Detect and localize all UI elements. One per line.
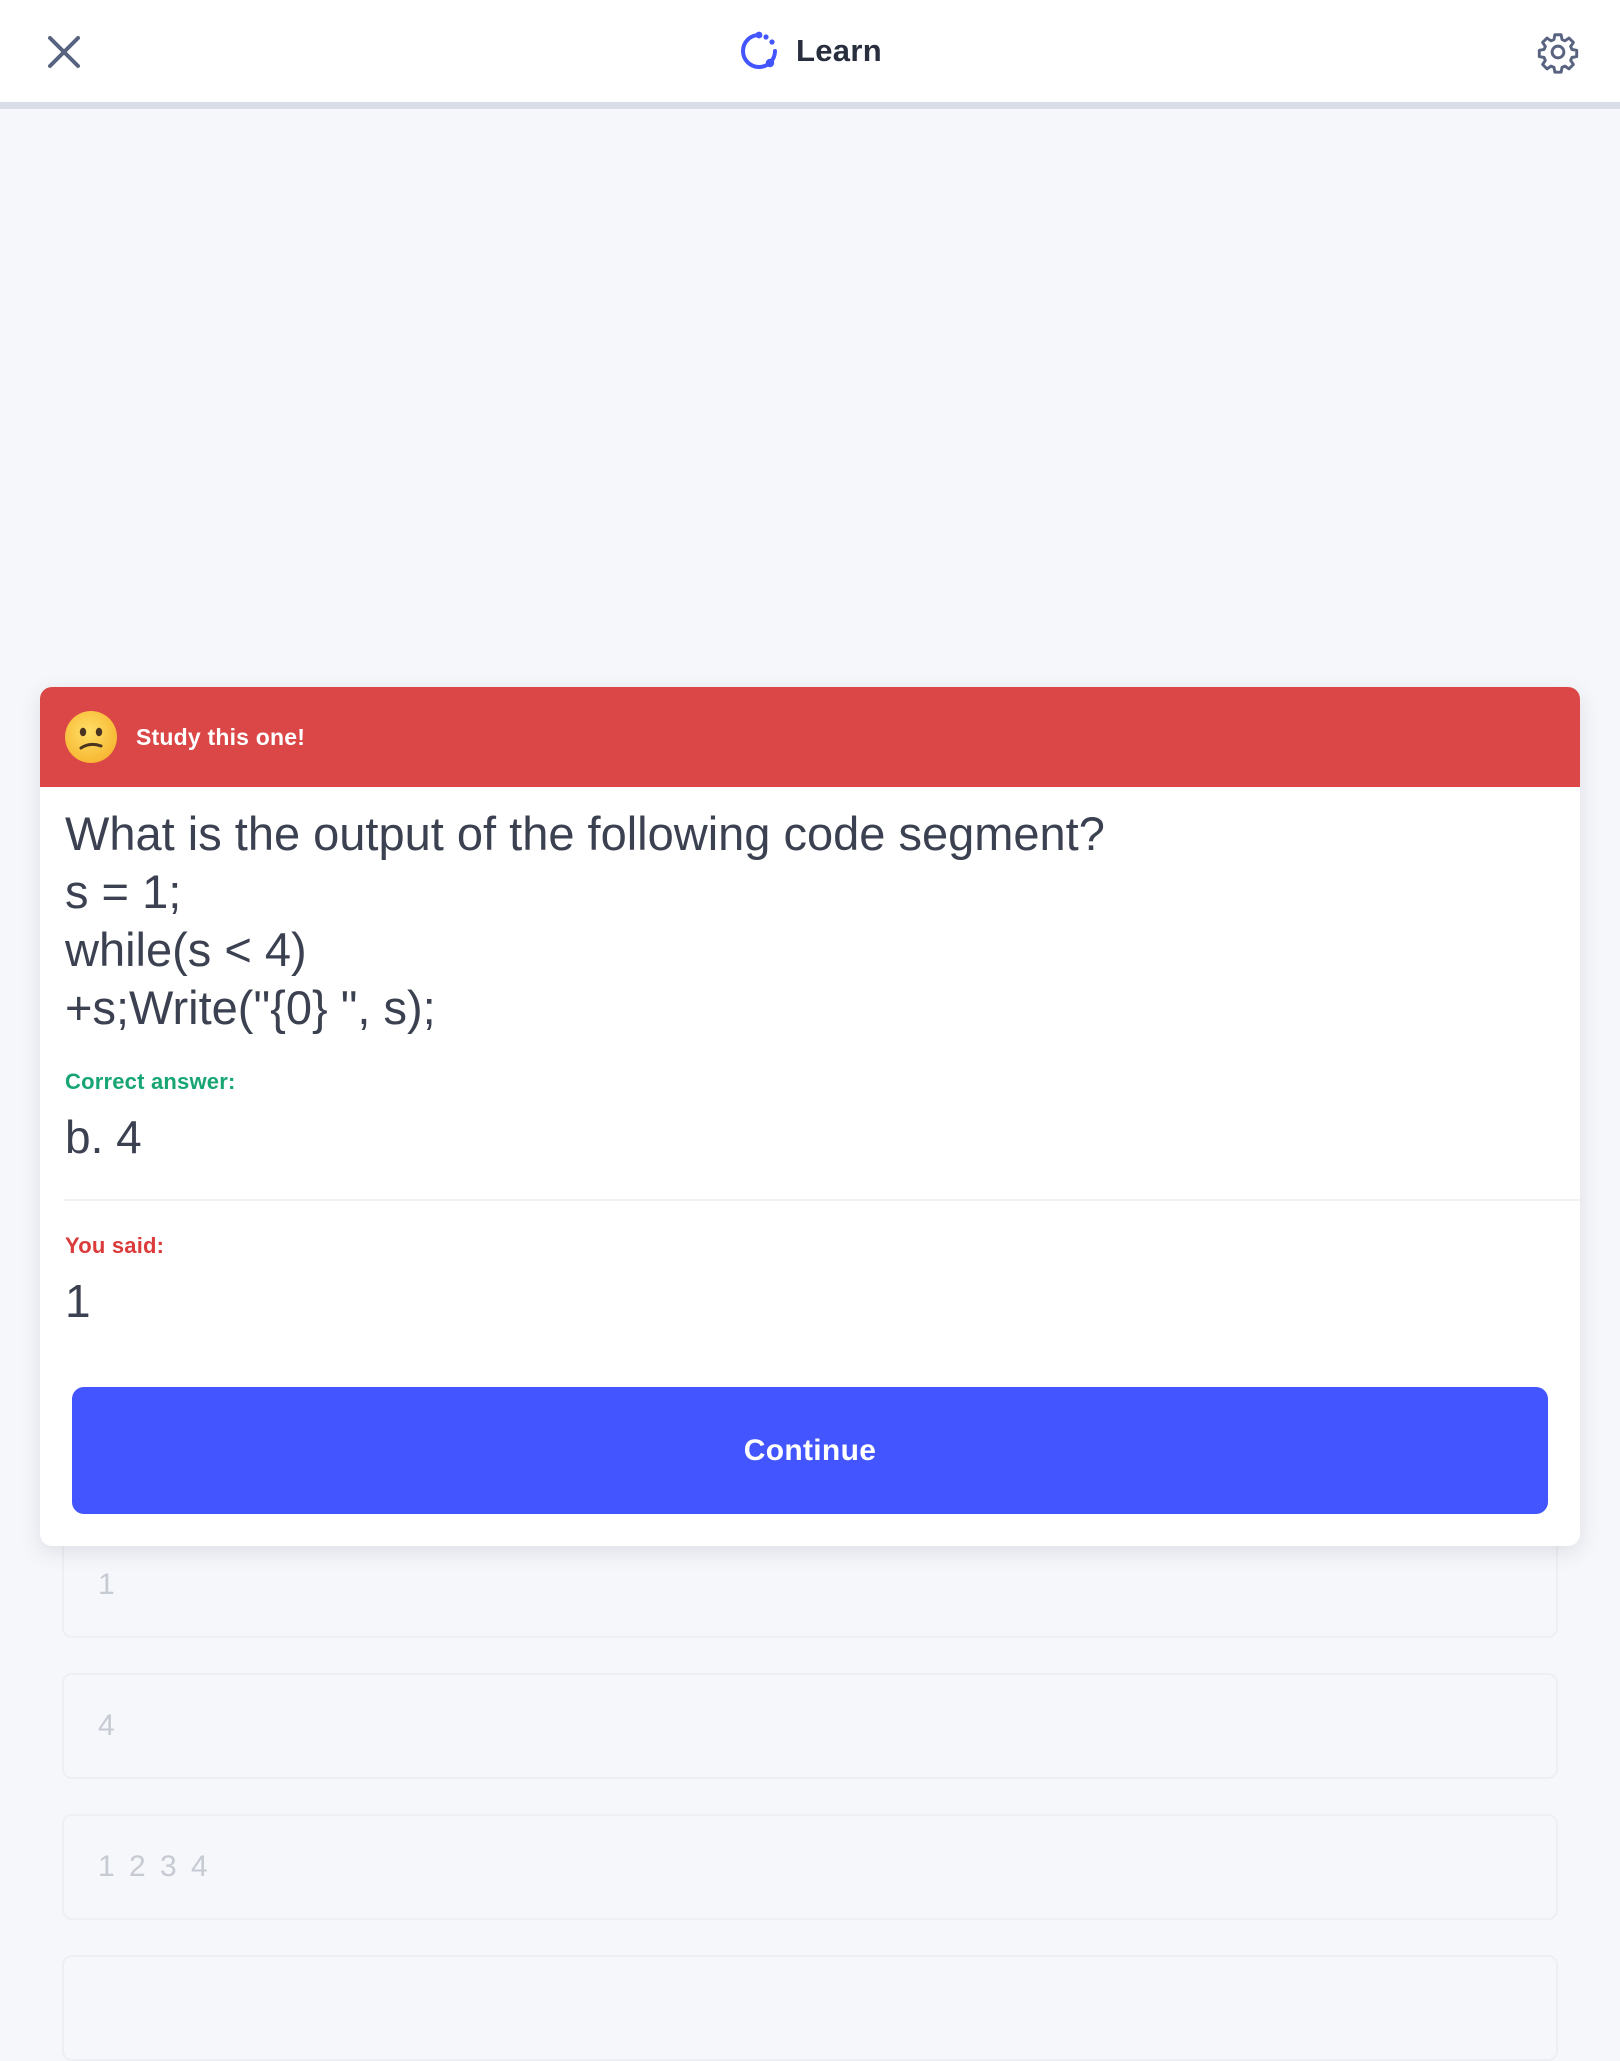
divider (64, 1199, 1580, 1201)
answer-option-text: 4 (98, 1709, 118, 1742)
settings-button[interactable] (1534, 28, 1582, 76)
your-answer-value: 1 (65, 1275, 91, 1327)
top-bar: Learn (0, 0, 1620, 109)
your-answer-label: You said: (65, 1233, 165, 1258)
question-line: s = 1; (65, 865, 182, 918)
mode-title: Learn (0, 0, 1620, 102)
question-text: What is the output of the following code… (40, 787, 1580, 1037)
question-line: +s;Write("{0} ", s); (65, 981, 436, 1034)
feedback-card: Study this one! What is the output of th… (40, 687, 1580, 1546)
feedback-banner-text: Study this one! (136, 723, 306, 750)
gear-icon (1537, 33, 1579, 74)
answer-option: 1 (62, 1532, 1558, 1638)
question-line: while(s < 4) (65, 923, 307, 976)
continue-button[interactable]: Continue (72, 1387, 1548, 1514)
correct-answer-value: b. 4 (65, 1111, 142, 1163)
answer-option: 1 2 3 4 (62, 1814, 1558, 1920)
question-line: What is the output of the following code… (65, 807, 1105, 860)
answer-option (62, 1955, 1558, 2061)
page-title: Learn (796, 33, 882, 68)
answer-option: 4 (62, 1673, 1558, 1779)
correct-answer-label: Correct answer: (65, 1069, 236, 1094)
answer-option-text: 1 2 3 4 (98, 1850, 211, 1883)
learn-mode-icon (741, 31, 778, 69)
confused-face-emoji (65, 711, 117, 763)
feedback-banner: Study this one! (40, 687, 1580, 787)
answer-option-text: 1 (98, 1568, 118, 1601)
